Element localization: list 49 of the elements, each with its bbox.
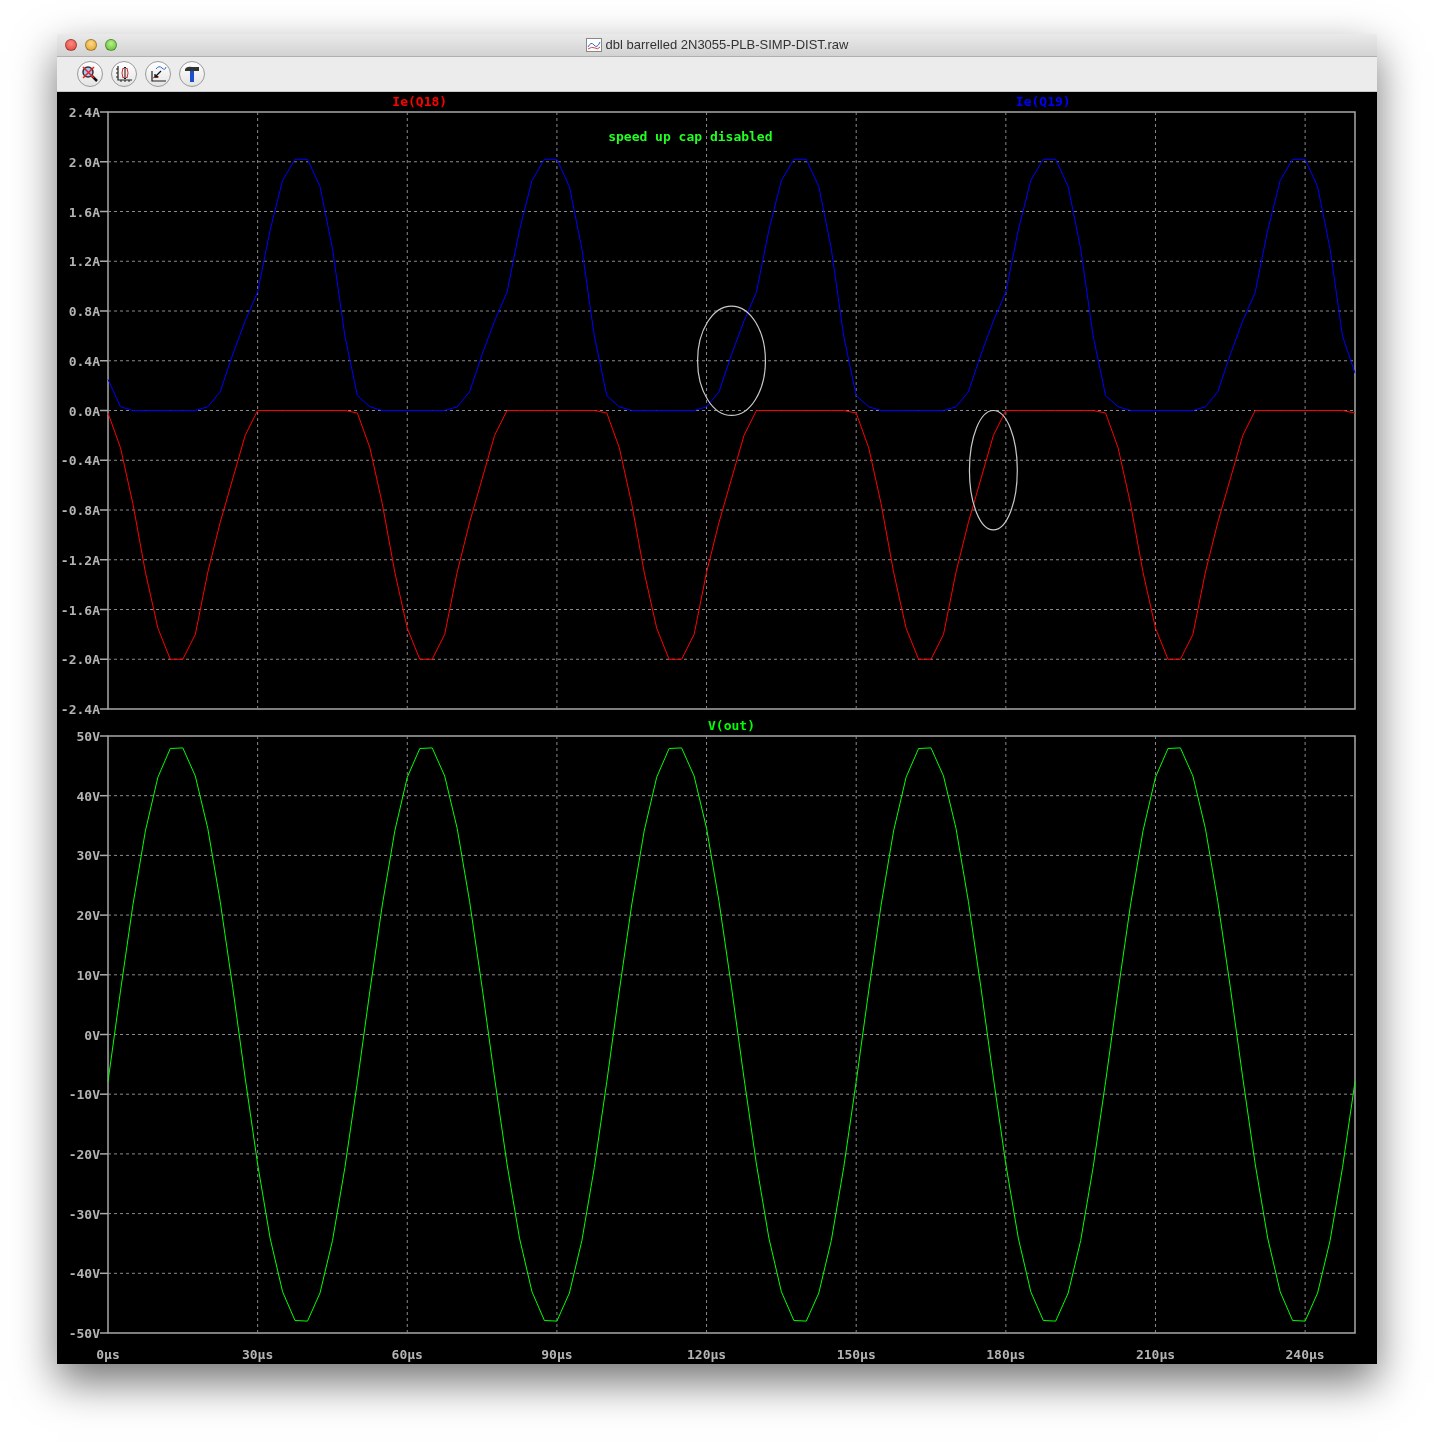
toolbar-button[interactable] bbox=[179, 61, 205, 87]
toolbar-button[interactable] bbox=[77, 61, 103, 87]
y-tick-label: 50V bbox=[76, 729, 100, 744]
y-tick-label: 2.4A bbox=[68, 105, 100, 120]
x-tick-label: 210µs bbox=[1135, 1347, 1176, 1362]
axes-arrow-icon bbox=[149, 65, 167, 83]
minimize-button[interactable] bbox=[85, 39, 97, 51]
x-tick-label: 60µs bbox=[391, 1347, 423, 1362]
y-tick-label: 0V bbox=[84, 1027, 100, 1043]
y-tick-label: -50V bbox=[68, 1326, 100, 1341]
hammer-icon bbox=[183, 65, 201, 83]
y-tick-label: -0.8A bbox=[60, 503, 100, 518]
y-tick-label: -2.0A bbox=[60, 652, 100, 668]
y-tick-label: -20V bbox=[68, 1146, 100, 1162]
y-tick-label: 30V bbox=[76, 848, 100, 864]
toolbar-button[interactable] bbox=[111, 61, 137, 87]
close-button[interactable] bbox=[65, 39, 77, 51]
toolbar-button[interactable] bbox=[145, 61, 171, 87]
y-tick-label: -40V bbox=[68, 1266, 100, 1282]
y-tick-label: -10V bbox=[68, 1087, 100, 1103]
trace-label[interactable]: V(out) bbox=[708, 718, 755, 733]
x-tick-label: 120µs bbox=[687, 1347, 727, 1362]
y-tick-label: 40V bbox=[76, 788, 100, 804]
trace-label[interactable]: Ie(Q18) bbox=[392, 94, 448, 109]
x-tick-label: 0µs bbox=[96, 1347, 120, 1362]
x-tick-label: 240µs bbox=[1285, 1347, 1325, 1362]
annotation-text: speed up cap disabled bbox=[608, 129, 773, 144]
window-title: dbl barrelled 2N3055-PLB-SIMP-DIST.raw bbox=[605, 37, 849, 52]
y-tick-label: -30V bbox=[68, 1206, 100, 1222]
x-tick-label: 150µs bbox=[836, 1347, 876, 1362]
waveform-document-icon bbox=[585, 37, 602, 52]
x-tick-label: 90µs bbox=[541, 1347, 573, 1362]
y-tick-label: -1.2A bbox=[60, 552, 100, 568]
y-tick-label: 0.4A bbox=[68, 353, 100, 369]
y-tick-label: -1.6A bbox=[60, 602, 100, 618]
y-tick-label: 2.0A bbox=[68, 154, 100, 170]
y-tick-label: 0.8A bbox=[68, 304, 100, 319]
magnifier-cross-icon bbox=[81, 65, 99, 83]
x-tick-label: 30µs bbox=[242, 1347, 274, 1362]
zoom-button[interactable] bbox=[105, 39, 117, 51]
axes-bracket-icon bbox=[115, 65, 133, 83]
y-tick-label: -0.4A bbox=[60, 453, 100, 469]
y-tick-label: 0.0A bbox=[68, 403, 100, 419]
y-tick-label: 20V bbox=[76, 908, 100, 924]
y-tick-label: 1.2A bbox=[68, 254, 100, 270]
y-tick-label: 1.6A bbox=[68, 204, 100, 220]
x-tick-label: 180µs bbox=[986, 1347, 1026, 1362]
y-tick-label: 10V bbox=[76, 967, 100, 983]
y-tick-label: -2.4A bbox=[60, 702, 100, 716]
